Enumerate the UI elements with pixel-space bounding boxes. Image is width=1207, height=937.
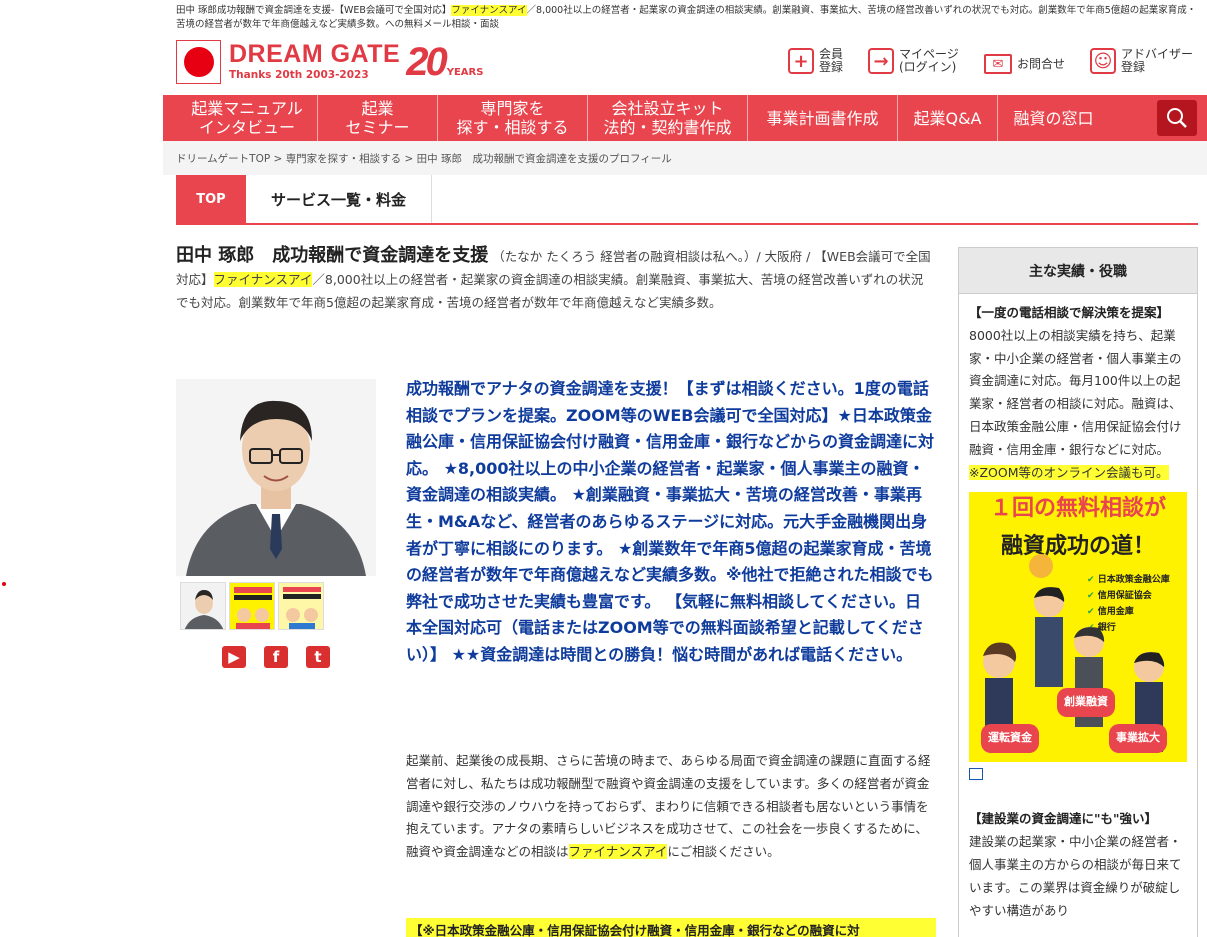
consultation-banner[interactable]: １回の無料相談が 融資成功の道！ 日本政策金融公庫 信用保証協会 信用金庫 銀行… bbox=[969, 492, 1187, 763]
logo-circle bbox=[183, 47, 214, 77]
search-button[interactable] bbox=[1157, 100, 1197, 136]
profile-main: 田中 琢郎 成功報酬で資金調達を支援 （たなか たくろう 経営者の融資相談は私へ… bbox=[176, 244, 934, 314]
thumbnail-1[interactable] bbox=[180, 582, 226, 630]
site-header: DREAM GATE Thanks 20th 2003-2023 20 YEAR… bbox=[176, 40, 1198, 88]
site-logo[interactable]: DREAM GATE Thanks 20th 2003-2023 20 YEAR… bbox=[176, 40, 506, 84]
nav-loan[interactable]: 融資の窓口 bbox=[997, 95, 1109, 141]
logo-years: YEARS bbox=[446, 67, 484, 78]
global-nav: 起業マニュアル インタビュー 起業 セミナー 専門家を 探す・相談する 会社設立キット… bbox=[163, 95, 1207, 141]
nav-experts[interactable]: 専門家を 探す・相談する bbox=[437, 95, 587, 141]
search-icon bbox=[1167, 108, 1187, 128]
lead-text: 成功報酬でアナタの資金調達を支援！【まずは相談ください。1度の電話相談でプランを… bbox=[406, 379, 935, 664]
body-text: 起業前、起業後の成長期、さらに苦境の時まで、あらゆる局面で資金調達の課題に直面す… bbox=[406, 753, 931, 860]
profile-photo[interactable] bbox=[176, 379, 376, 576]
social-links: ▶ f t bbox=[222, 646, 330, 668]
profile-tabs: TOP サービス一覧・料金 bbox=[176, 175, 1198, 225]
logo-20-years: 20 YEARS bbox=[406, 42, 483, 82]
logo-sub: Thanks 20th 2003-2023 bbox=[229, 69, 369, 81]
header-contact[interactable]: ✉ お問合せ bbox=[984, 54, 1065, 74]
stray-dot bbox=[2, 582, 6, 586]
mail-icon: ✉ bbox=[984, 54, 1012, 74]
popup-icon[interactable] bbox=[969, 768, 983, 781]
sidebar-body: 【一度の電話相談で解決策を提案】8000社以上の相談実績を持ち、起業家・中小企業… bbox=[959, 294, 1197, 930]
thumbnail-2[interactable] bbox=[229, 582, 275, 630]
breadcrumb-current: 田中 琢郎 成功報酬で資金調達を支援のプロフィール bbox=[416, 153, 672, 165]
youtube-icon[interactable]: ▶ bbox=[222, 646, 246, 668]
header-register-label: 会員 登録 bbox=[819, 47, 844, 74]
sidebar-item-1: 【一度の電話相談で解決策を提案】8000社以上の相談実績を持ち、起業家・中小企業… bbox=[969, 305, 1182, 480]
header-advisor-label: アドバイザー 登録 bbox=[1121, 47, 1194, 74]
header-advisor[interactable]: ☺ アドバイザー 登録 bbox=[1090, 48, 1193, 74]
breadcrumb-home[interactable]: ドリームゲートTOP bbox=[176, 153, 270, 165]
sidebar-item-2: 【建設業の資金調達に"も"強い】 建設業の起業家・中小企業の経営者・個人事業主の方… bbox=[969, 811, 1182, 918]
header-register[interactable]: + 会員 登録 bbox=[788, 48, 843, 74]
top-description: 田中 琢郎成功報酬で資金調達を支援-【WEB会議可で全国対応】ファイナンスアイ／… bbox=[176, 4, 1198, 32]
header-mypage-label: マイページ (ログイン) bbox=[899, 47, 959, 74]
top-description-highlight: ファイナンスアイ bbox=[451, 5, 527, 16]
banner-illustration bbox=[983, 554, 1165, 753]
banner-tag-expansion: 事業拡大 bbox=[1109, 724, 1167, 754]
advisor-icon: ☺ bbox=[1090, 48, 1116, 74]
photo-thumbnails bbox=[180, 582, 324, 630]
profile-photo-image bbox=[176, 379, 376, 576]
top-description-text1: 田中 琢郎成功報酬で資金調達を支援-【WEB会議可で全国対応】 bbox=[176, 5, 452, 16]
nav-seminar[interactable]: 起業 セミナー bbox=[317, 95, 437, 141]
logo-mark bbox=[176, 40, 221, 84]
twitter-icon[interactable]: t bbox=[306, 646, 330, 668]
nav-business-plan[interactable]: 事業計画書作成 bbox=[747, 95, 897, 141]
banner-tag-working-capital: 運転資金 bbox=[981, 724, 1039, 754]
plus-icon: + bbox=[788, 48, 814, 74]
logo-main: DREAM GATE bbox=[229, 40, 401, 68]
profile-name: 田中 琢郎 成功報酬で資金調達を支援 bbox=[176, 245, 489, 266]
breadcrumb: ドリームゲートTOP > 専門家を探す・相談する > 田中 琢郎 成功報酬で資金… bbox=[176, 153, 672, 165]
breadcrumb-experts[interactable]: 専門家を探す・相談する bbox=[286, 153, 402, 165]
nav-qa[interactable]: 起業Q&A bbox=[897, 95, 997, 141]
login-icon: → bbox=[868, 48, 894, 74]
logo-20: 20 bbox=[406, 40, 447, 84]
profile-desc-highlight: ファイナンスアイ bbox=[213, 272, 313, 287]
profile-heading: 田中 琢郎 成功報酬で資金調達を支援 （たなか たくろう 経営者の融資相談は私へ… bbox=[176, 244, 934, 314]
header-contact-label: お問合せ bbox=[1017, 56, 1066, 71]
tab-top[interactable]: TOP bbox=[176, 175, 246, 223]
tab-services[interactable]: サービス一覧・料金 bbox=[246, 175, 432, 223]
highlight-heading: 【※日本政策金融公庫・信用保証協会付け融資・信用金庫・銀行などの融資に対 bbox=[406, 918, 936, 937]
profile-reading: （たなか たくろう 経営者の融資相談は私へ。）/ 大阪府 bbox=[492, 249, 803, 264]
nav-setup-kit[interactable]: 会社設立キット 法的・契約書作成 bbox=[587, 95, 747, 141]
sidebar: 主な実績・役職 【一度の電話相談で解決策を提案】8000社以上の相談実績を持ち、… bbox=[958, 247, 1198, 937]
facebook-icon[interactable]: f bbox=[264, 646, 288, 668]
header-mypage[interactable]: → マイページ (ログイン) bbox=[868, 48, 959, 74]
logo-text: DREAM GATE Thanks 20th 2003-2023 bbox=[229, 42, 400, 82]
thumbnail-3[interactable] bbox=[278, 582, 324, 630]
banner-tag-startup: 創業融資 bbox=[1057, 688, 1115, 718]
sidebar-title: 主な実績・役職 bbox=[959, 248, 1197, 294]
nav-manual[interactable]: 起業マニュアル インタビュー bbox=[177, 95, 317, 141]
body-highlight: ファイナンスアイ bbox=[568, 844, 668, 860]
